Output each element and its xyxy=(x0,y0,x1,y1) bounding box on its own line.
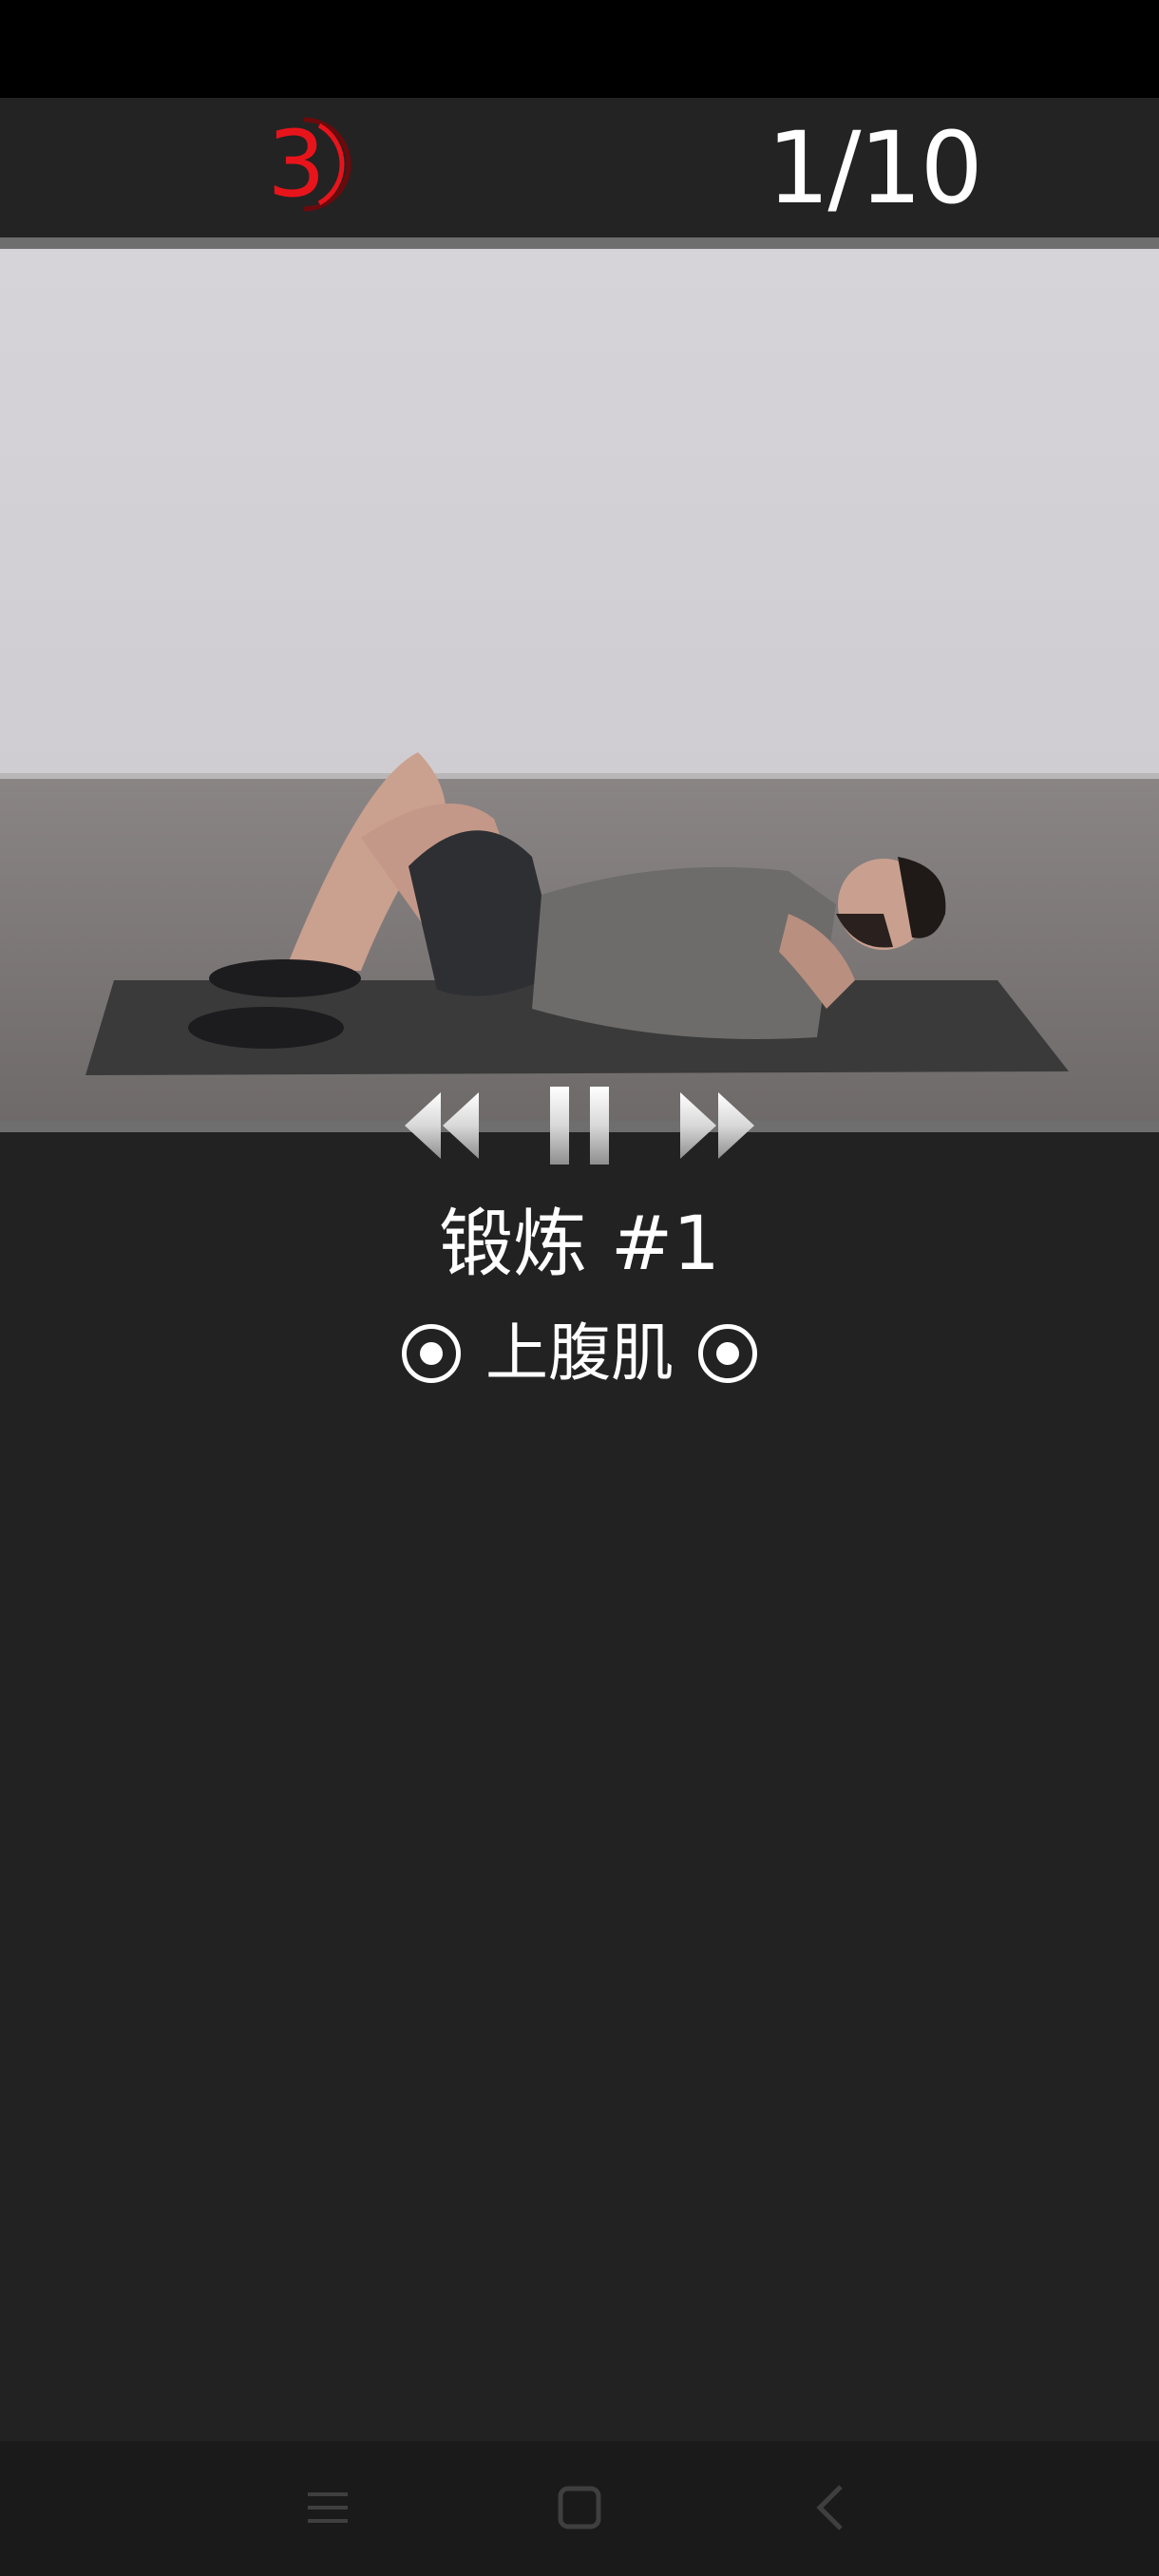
exercise-progress: 1/10 xyxy=(767,110,983,226)
menu-icon[interactable] xyxy=(285,2470,370,2546)
muscle-label: 上腹肌 xyxy=(485,1316,674,1390)
target-icon xyxy=(402,1324,461,1383)
exercise-demo-image xyxy=(0,249,1159,1121)
status-bar xyxy=(0,0,1159,98)
target-muscle: 上腹肌 xyxy=(0,1306,1159,1401)
rewind-icon[interactable] xyxy=(399,1083,484,1168)
playback-controls xyxy=(390,1083,770,1168)
countdown-number: 3 xyxy=(267,111,326,218)
exercise-title: 锻炼 #1 xyxy=(439,1202,720,1287)
back-icon[interactable] xyxy=(788,2470,874,2546)
exercise-video[interactable] xyxy=(0,249,1159,1121)
target-icon xyxy=(698,1324,757,1383)
countdown-timer: 3 xyxy=(249,112,353,217)
pause-icon[interactable] xyxy=(537,1083,622,1168)
home-icon[interactable] xyxy=(537,2470,622,2546)
fast-forward-icon[interactable] xyxy=(674,1083,760,1168)
